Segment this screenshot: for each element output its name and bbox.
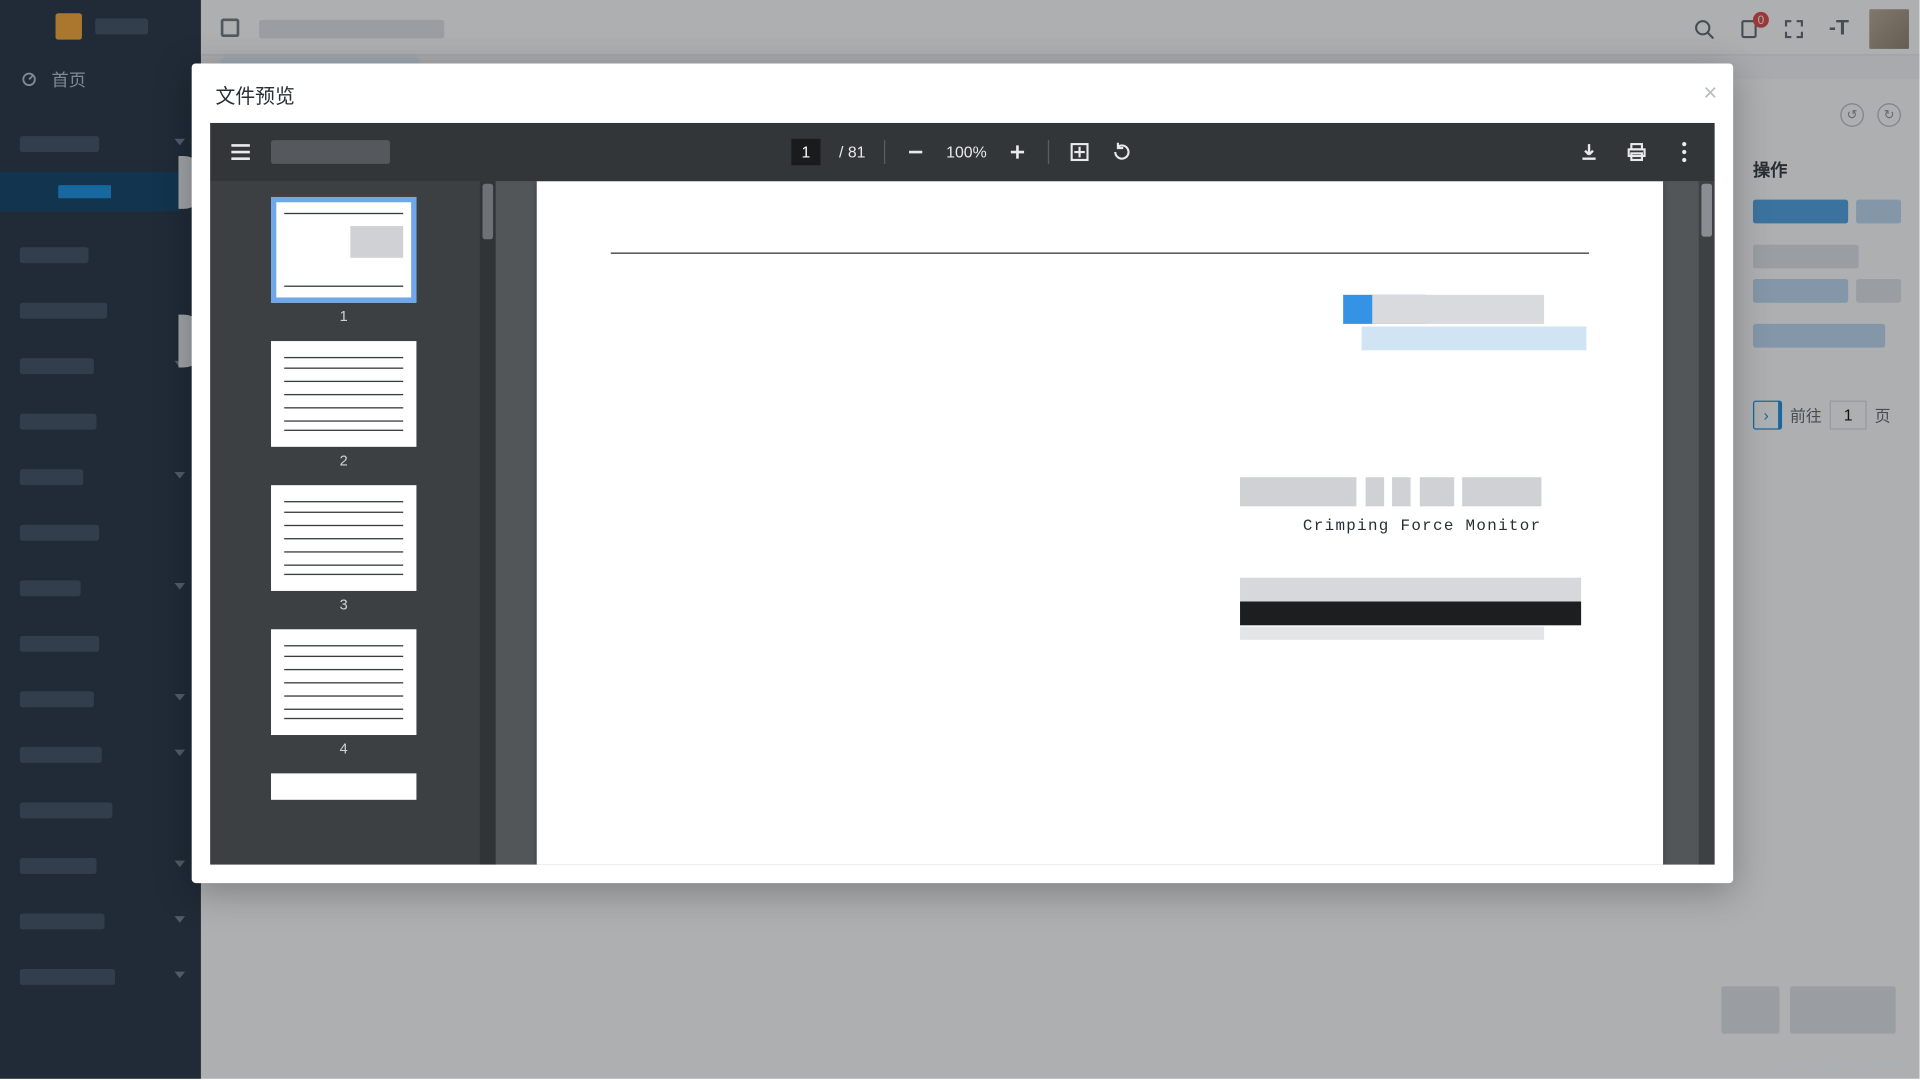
thumbnail[interactable]: 2 — [210, 341, 477, 469]
thumbnail-label: 3 — [340, 598, 348, 614]
doc-logo — [1343, 295, 1581, 353]
viewer-toolbar: / 81 100% — [210, 123, 1714, 181]
doc-product-image — [1240, 578, 1581, 640]
toolbar-separator — [1048, 140, 1049, 164]
modal-close-button[interactable]: × — [1703, 79, 1717, 107]
file-preview-modal: 文件预览 × / 81 100% — [192, 63, 1733, 883]
doc-subtitle: Crimping Force Monitor — [1240, 517, 1541, 536]
app-root: 首页 0 -T ↺ ↻ 操作 — [0, 0, 1920, 1079]
thumbnail-label: 2 — [340, 453, 348, 469]
watermark: CSDN @RumbleWx — [1775, 1058, 1906, 1074]
thumbnail-label: 1 — [340, 309, 348, 325]
thumbnail[interactable]: 1 — [210, 197, 477, 325]
thumbnail[interactable]: 3 — [210, 485, 477, 613]
thumbs-scrollbar[interactable] — [480, 181, 496, 864]
doc-title-block: Crimping Force Monitor — [1240, 477, 1541, 535]
thumbnail-label: 4 — [340, 742, 348, 758]
page-total: 81 — [848, 143, 866, 162]
pdf-viewer: / 81 100% 1 2 3 4 — [210, 123, 1714, 865]
fit-page-icon[interactable] — [1067, 140, 1091, 164]
menu-icon[interactable] — [229, 140, 253, 164]
page-sep: / — [839, 143, 843, 162]
document-page: Crimping Force Monitor — [537, 181, 1663, 864]
toolbar-separator — [884, 140, 885, 164]
document-area[interactable]: Crimping Force Monitor — [496, 181, 1715, 864]
zoom-out-icon[interactable] — [904, 140, 928, 164]
zoom-level: 100% — [946, 143, 987, 162]
thumbnails-pane: 1 2 3 4 — [210, 181, 496, 864]
modal-title: 文件预览 — [192, 63, 1733, 122]
doc-scrollbar[interactable] — [1699, 181, 1715, 864]
more-menu-icon[interactable] — [1672, 140, 1696, 164]
page-number-input[interactable] — [791, 139, 820, 165]
thumbnail[interactable] — [210, 773, 477, 799]
zoom-in-icon[interactable] — [1005, 140, 1029, 164]
viewer-filename — [271, 140, 390, 164]
download-icon[interactable] — [1577, 140, 1601, 164]
print-icon[interactable] — [1625, 140, 1649, 164]
rotate-icon[interactable] — [1110, 140, 1134, 164]
thumbnail[interactable]: 4 — [210, 629, 477, 757]
doc-divider — [611, 253, 1589, 254]
